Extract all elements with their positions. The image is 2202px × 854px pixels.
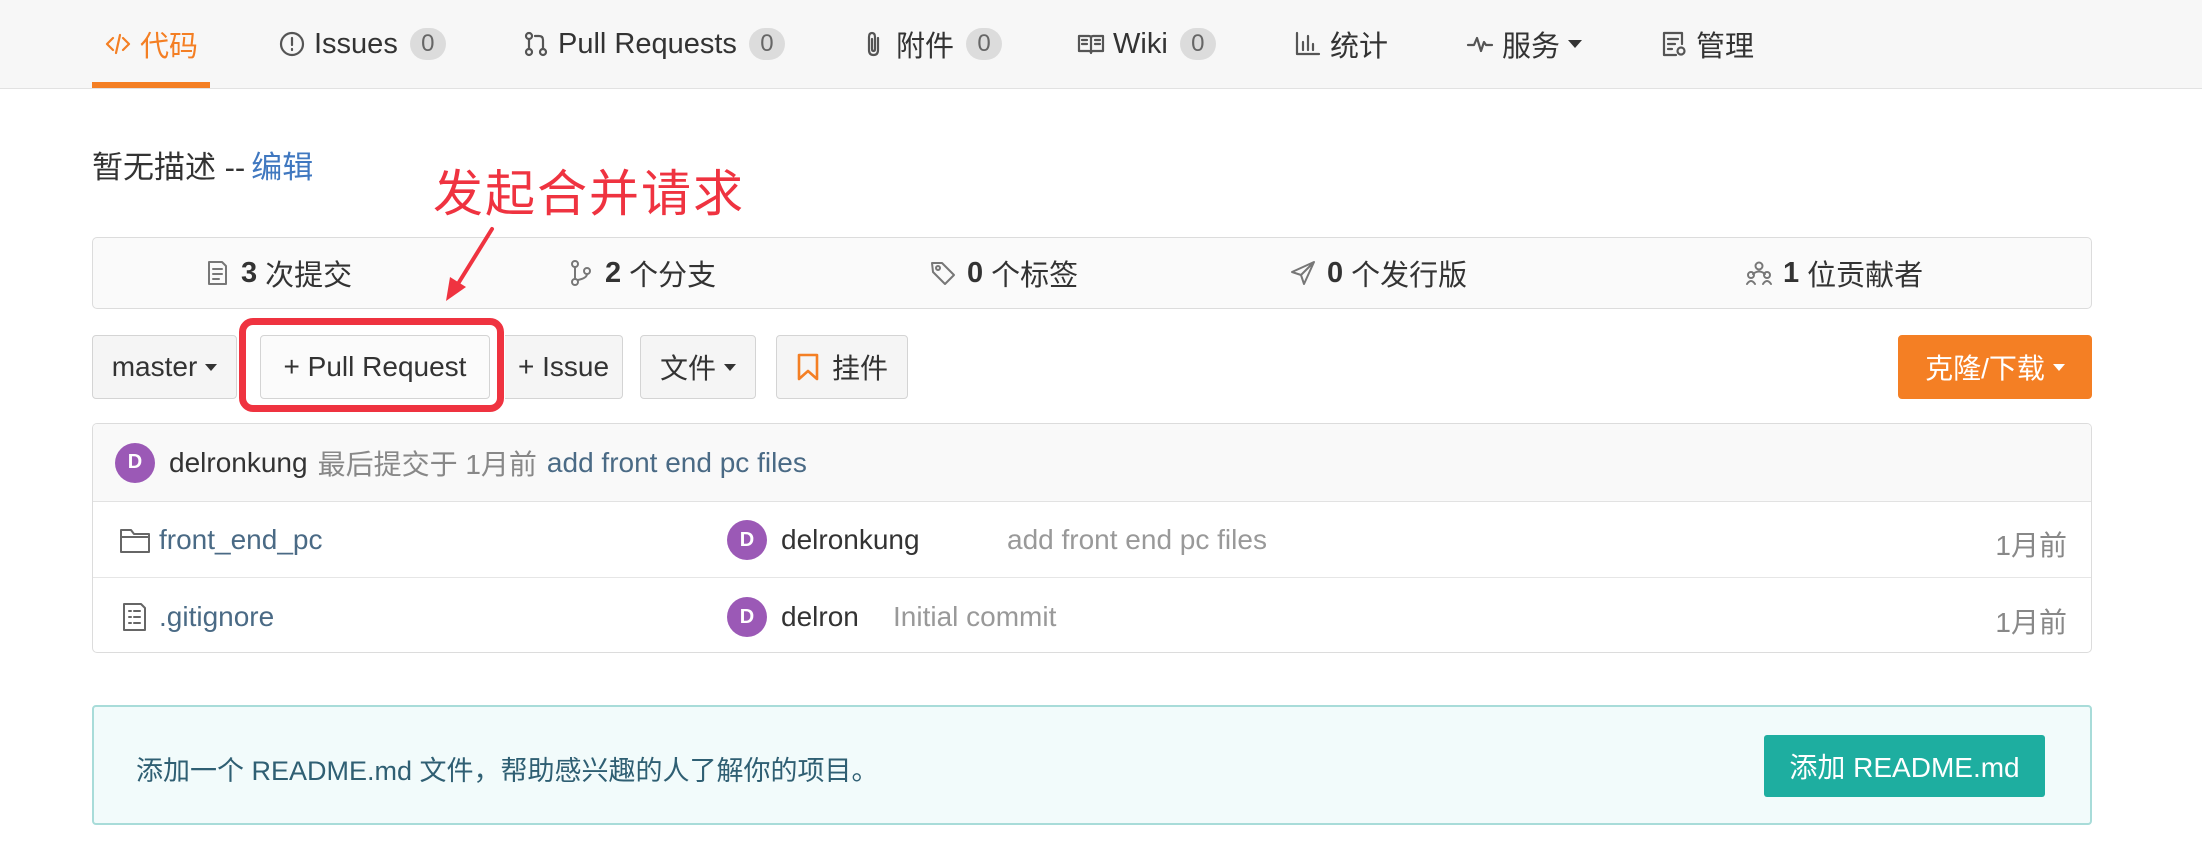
tab-pull-requests[interactable]: Pull Requests 0 bbox=[522, 0, 785, 88]
tab-count: 0 bbox=[966, 28, 1003, 60]
file-commit-message[interactable]: Initial commit bbox=[893, 601, 1056, 633]
pull-request-icon bbox=[524, 31, 548, 57]
stat-value: 1 bbox=[1783, 256, 1800, 289]
tab-count: 0 bbox=[748, 28, 785, 60]
settings-doc-icon bbox=[1662, 31, 1686, 57]
tab-services[interactable]: 服务 bbox=[1466, 0, 1583, 88]
paperclip-icon bbox=[867, 31, 880, 57]
code-icon bbox=[105, 33, 131, 55]
tag-icon bbox=[931, 262, 955, 285]
stat-tags[interactable]: 0 个标签 bbox=[929, 238, 1078, 308]
files-label: 文件 bbox=[659, 353, 716, 384]
tab-label: 附件 bbox=[896, 31, 955, 63]
tab-issues[interactable]: Issues 0 bbox=[278, 0, 446, 88]
tab-label: Wiki bbox=[1113, 27, 1168, 60]
tab-label: Issues bbox=[314, 27, 398, 60]
bookmark-icon bbox=[797, 353, 819, 381]
file-name[interactable]: .gitignore bbox=[159, 601, 274, 633]
add-readme-button[interactable]: 添加 README.md bbox=[1764, 735, 2045, 797]
readme-banner: 添加一个 README.md 文件，帮助感兴趣的人了解你的项目。 添加 READ… bbox=[92, 705, 2092, 825]
commit-author[interactable]: delronkung bbox=[169, 447, 308, 479]
new-issue-button[interactable]: + Issue bbox=[505, 335, 623, 399]
repo-description: 暂无描述 -- 编辑 bbox=[92, 142, 313, 187]
commit-meta: 最后提交于 1月前 bbox=[317, 448, 537, 480]
description-text: 暂无描述 -- bbox=[92, 150, 246, 185]
contributors-icon bbox=[1746, 261, 1772, 285]
stat-value: 0 bbox=[967, 256, 984, 289]
stat-label: 个标签 bbox=[991, 260, 1079, 292]
tab-label: 管理 bbox=[1696, 31, 1755, 63]
bar-chart-icon bbox=[1295, 31, 1321, 56]
stat-value: 3 bbox=[241, 256, 258, 289]
annotation-arrow-icon bbox=[446, 227, 494, 301]
clone-label: 克隆/下载 bbox=[1925, 353, 2045, 384]
widget-button[interactable]: 挂件 bbox=[776, 335, 908, 399]
stat-label: 位贡献者 bbox=[1807, 260, 1924, 292]
widget-label: 挂件 bbox=[831, 353, 888, 384]
issue-label: + Issue bbox=[517, 351, 610, 382]
chevron-down-icon bbox=[205, 363, 218, 371]
readme-hint: 添加一个 README.md 文件，帮助感兴趣的人了解你的项目。 bbox=[136, 756, 879, 786]
issue-icon bbox=[279, 31, 305, 57]
table-row[interactable]: .gitignore D delron Initial commit 1月前 bbox=[93, 579, 2091, 652]
chevron-down-icon bbox=[1568, 40, 1583, 48]
avatar[interactable]: D bbox=[115, 442, 155, 483]
repo-stats-bar: 3 次提交 2 个分支 0 个标签 0 个发行版 1 位贡献者 bbox=[92, 237, 2092, 309]
stat-branches[interactable]: 2 个分支 bbox=[567, 238, 716, 308]
table-row[interactable]: front_end_pc D delronkung add front end … bbox=[93, 502, 2091, 578]
file-browser: D delronkung 最后提交于 1月前 add front end pc … bbox=[92, 423, 2092, 653]
annotation-label: 发起合并请求 bbox=[433, 165, 745, 223]
last-commit-bar: D delronkung 最后提交于 1月前 add front end pc … bbox=[93, 424, 2091, 502]
stat-label: 个分支 bbox=[629, 260, 717, 292]
commit-message[interactable]: add front end pc files bbox=[547, 447, 807, 479]
stat-contributors[interactable]: 1 位贡献者 bbox=[1745, 238, 1923, 308]
chevron-down-icon bbox=[724, 363, 736, 371]
file-commit-time: 1月前 bbox=[1995, 607, 2067, 638]
tab-manage[interactable]: 管理 bbox=[1660, 0, 1754, 88]
tab-label: 统计 bbox=[1330, 31, 1389, 63]
file-commit-message[interactable]: add front end pc files bbox=[1007, 524, 1267, 556]
edit-description-link[interactable]: 编辑 bbox=[251, 150, 313, 185]
avatar[interactable]: D bbox=[727, 520, 767, 560]
book-icon bbox=[1077, 34, 1105, 55]
release-icon bbox=[1291, 261, 1315, 285]
file-commit-author[interactable]: delron bbox=[781, 601, 859, 633]
active-tab-indicator bbox=[92, 82, 210, 88]
branch-select[interactable]: master bbox=[92, 335, 237, 399]
branch-name: master bbox=[111, 351, 198, 382]
commit-icon bbox=[208, 261, 227, 285]
stat-label: 个发行版 bbox=[1351, 260, 1468, 292]
branch-icon bbox=[571, 260, 591, 286]
stat-label: 次提交 bbox=[265, 260, 353, 292]
tab-label: Pull Requests bbox=[558, 27, 737, 60]
files-dropdown[interactable]: 文件 bbox=[640, 335, 756, 399]
stat-releases[interactable]: 0 个发行版 bbox=[1289, 238, 1467, 308]
tab-count: 0 bbox=[1179, 28, 1216, 60]
file-commit-author[interactable]: delronkung bbox=[781, 524, 920, 556]
annotation-highlight-box bbox=[239, 318, 504, 412]
tab-stats[interactable]: 统计 bbox=[1294, 0, 1388, 88]
clone-download-button[interactable]: 克隆/下载 bbox=[1898, 335, 2092, 399]
tab-label: 服务 bbox=[1502, 31, 1561, 63]
repo-nav: 代码 Issues 0 Pull Requests 0 附件 0 Wiki 0 … bbox=[0, 0, 2202, 89]
tab-label: 代码 bbox=[140, 31, 199, 63]
file-name[interactable]: front_end_pc bbox=[159, 524, 322, 556]
file-commit-time: 1月前 bbox=[1995, 530, 2067, 561]
tab-code[interactable]: 代码 bbox=[104, 0, 198, 88]
tab-count: 0 bbox=[409, 28, 446, 60]
stat-value: 0 bbox=[1327, 256, 1344, 289]
file-text-icon bbox=[123, 603, 146, 631]
tab-attachments[interactable]: 附件 0 bbox=[860, 0, 1003, 88]
chevron-down-icon bbox=[2052, 363, 2065, 371]
tab-wiki[interactable]: Wiki 0 bbox=[1077, 0, 1216, 88]
avatar[interactable]: D bbox=[727, 597, 767, 637]
folder-icon bbox=[120, 529, 150, 553]
stat-commits[interactable]: 3 次提交 bbox=[203, 238, 352, 308]
pulse-icon bbox=[1466, 36, 1494, 53]
stat-value: 2 bbox=[605, 256, 622, 289]
